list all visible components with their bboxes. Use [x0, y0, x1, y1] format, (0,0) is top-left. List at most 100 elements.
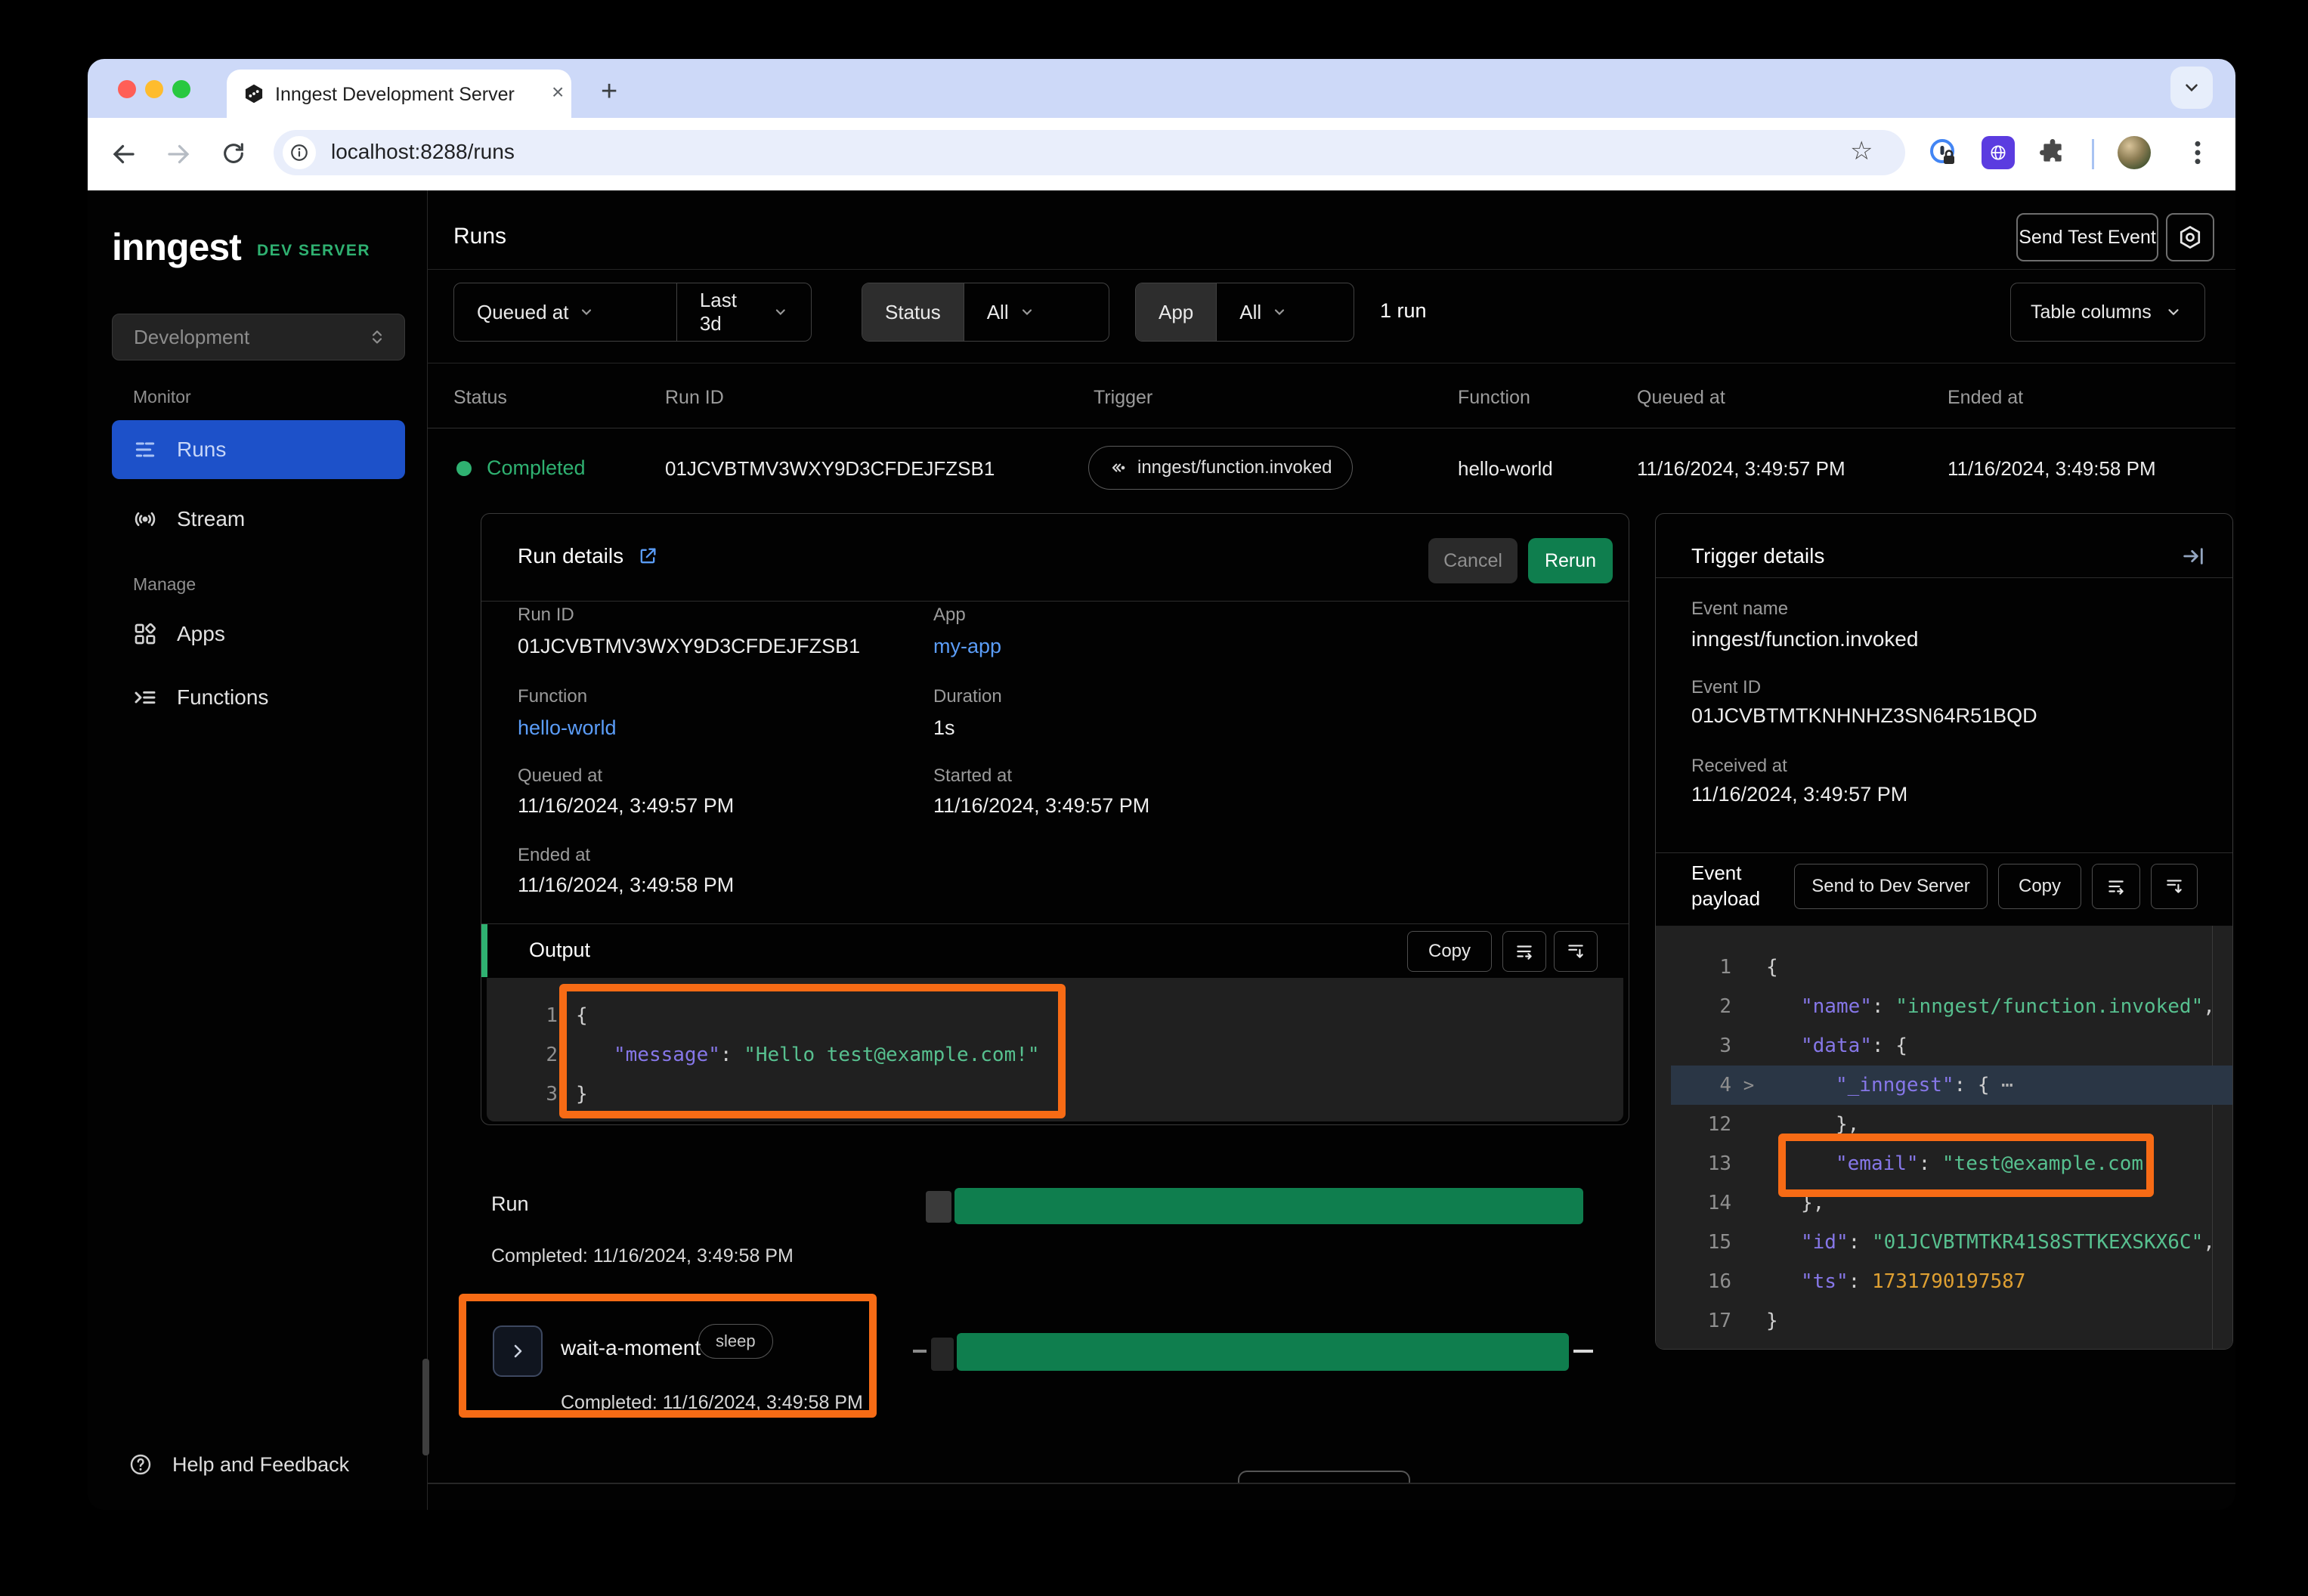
step-bar-left-tick [913, 1350, 927, 1353]
line-number: 1 [505, 1004, 558, 1027]
col-header-run-id[interactable]: Run ID [665, 387, 724, 409]
chevron-down-icon [2165, 304, 2182, 320]
password-manager-icon[interactable] [1926, 136, 1959, 169]
output-title: Output [529, 939, 590, 962]
payload-word-wrap-button[interactable] [2092, 864, 2140, 909]
inngest-logo: inngest [112, 225, 241, 269]
table-columns-button[interactable]: Table columns [2010, 283, 2205, 342]
field-value-queued-at: 11/16/2024, 3:49:57 PM [518, 794, 734, 818]
sidebar-item-functions[interactable]: Functions [112, 668, 405, 727]
traffic-light-close[interactable] [118, 80, 136, 98]
queued-at-filter[interactable]: Queued at [454, 283, 677, 341]
field-label-function: Function [518, 686, 587, 707]
header-divider [427, 269, 2235, 270]
sidebar-item-apps[interactable]: Apps [112, 605, 405, 663]
event-trigger-icon [1109, 458, 1128, 478]
annotation-box-step [459, 1294, 877, 1418]
sidebar-item-label: Stream [177, 507, 245, 531]
line-number: 15 [1671, 1231, 1731, 1254]
col-header-ended-at[interactable]: Ended at [1948, 387, 2023, 409]
new-tab-plus-icon[interactable]: + [601, 76, 617, 108]
output-word-wrap-button[interactable] [1502, 931, 1546, 972]
payload-copy-button[interactable]: Copy [1998, 864, 2081, 909]
tab-search-button[interactable] [2170, 66, 2213, 109]
scrollbar-thumb[interactable] [422, 1359, 429, 1455]
output-expand-button[interactable] [1554, 931, 1598, 972]
send-test-event-button[interactable]: Send Test Event [2016, 213, 2158, 261]
col-header-trigger[interactable]: Trigger [1094, 387, 1152, 409]
rerun-button[interactable]: Rerun [1528, 538, 1613, 583]
reload-icon[interactable] [221, 141, 246, 166]
bottom-divider [427, 1483, 2235, 1484]
extensions-puzzle-icon[interactable] [2037, 138, 2068, 168]
screenshot-stage: Inngest Development Server × + localhost… [0, 0, 2308, 1596]
event-name-label: Event name [1691, 598, 1788, 620]
functions-icon [133, 685, 157, 710]
time-field-filter: Queued at Last 3d [453, 283, 812, 342]
sidebar-section-monitor: Monitor [133, 387, 191, 407]
fold-chevron-icon[interactable]: > [1731, 1075, 1766, 1096]
col-header-queued-at[interactable]: Queued at [1637, 387, 1725, 409]
help-icon [128, 1452, 153, 1477]
code-line: 2"name": "inngest/function.invoked", [1671, 987, 2232, 1026]
trigger-badge[interactable]: inngest/function.invoked [1088, 446, 1353, 490]
step-duration-bar[interactable] [957, 1333, 1569, 1371]
col-header-function[interactable]: Function [1458, 387, 1530, 409]
col-header-status[interactable]: Status [453, 387, 507, 409]
url-text[interactable]: localhost:8288/runs [331, 140, 515, 164]
field-value-duration: 1s [933, 716, 955, 740]
code-text: "id": "01JCVBTMTKR41S8STTKEXSKX6C", [1766, 1231, 2215, 1254]
chevron-down-icon [1272, 305, 1287, 320]
settings-button[interactable] [2166, 213, 2214, 261]
field-value-app[interactable]: my-app [933, 635, 1001, 658]
line-number: 1 [1671, 956, 1731, 979]
time-range-filter[interactable]: Last 3d [677, 283, 811, 341]
traffic-light-zoom[interactable] [172, 80, 190, 98]
status-filter-value-label: All [987, 301, 1009, 324]
run-details-header-divider [481, 601, 1629, 602]
line-number: 3 [505, 1083, 558, 1106]
field-value-function[interactable]: hello-world [518, 716, 617, 740]
environment-selector[interactable]: Development [112, 314, 405, 360]
sidebar-item-label: Runs [177, 438, 226, 462]
sidebar-item-runs[interactable]: Runs [112, 420, 405, 479]
url-bar[interactable] [274, 130, 1905, 175]
app-filter-label: App [1159, 301, 1193, 324]
forward-icon[interactable] [165, 141, 192, 168]
output-divider [481, 923, 1629, 924]
annotation-box-email [1778, 1134, 2154, 1197]
back-icon[interactable] [110, 141, 138, 168]
avatar[interactable] [2118, 136, 2151, 169]
purple-extension-icon[interactable] [1982, 136, 2015, 169]
send-to-dev-server-button[interactable]: Send to Dev Server [1794, 864, 1988, 909]
run-duration-bar[interactable] [954, 1188, 1583, 1224]
field-label-ended-at: Ended at [518, 845, 590, 866]
external-link-icon[interactable] [637, 546, 658, 567]
star-icon[interactable]: ☆ [1850, 136, 1873, 166]
site-info-button[interactable] [283, 136, 316, 169]
status-filter-label: Status [885, 301, 941, 324]
code-line: 4>"_inngest": { ⋯ [1671, 1066, 2232, 1105]
field-label-started-at: Started at [933, 766, 1012, 787]
tab-title: Inngest Development Server [275, 84, 515, 106]
status-filter-label-seg: Status [862, 283, 964, 341]
payload-expand-button[interactable] [2151, 864, 2198, 909]
runs-icon [133, 438, 157, 462]
tab-search-chevron-icon [2182, 78, 2201, 97]
cancel-button[interactable]: Cancel [1428, 538, 1518, 583]
kebab-menu-icon[interactable] [2183, 136, 2213, 169]
help-and-feedback[interactable]: Help and Feedback [128, 1452, 349, 1477]
sidebar-item-stream[interactable]: Stream [112, 490, 405, 549]
code-text: { [1766, 956, 1778, 979]
traffic-light-minimize[interactable] [145, 80, 163, 98]
tab-close-icon[interactable]: × [552, 80, 564, 104]
output-copy-button[interactable]: Copy [1407, 931, 1492, 972]
code-line: 15 "id": "01JCVBTMTKR41S8STTKEXSKX6C", [1671, 1223, 2232, 1262]
expand-lines-icon [1566, 942, 1586, 961]
code-text: }, [1766, 1113, 1859, 1136]
collapse-panel-icon[interactable] [2181, 544, 2205, 568]
chevron-down-icon [579, 305, 594, 320]
load-more-button-partial[interactable] [1238, 1471, 1410, 1483]
status-filter-value[interactable]: All [964, 283, 1057, 341]
app-filter-value[interactable]: All [1217, 283, 1310, 341]
